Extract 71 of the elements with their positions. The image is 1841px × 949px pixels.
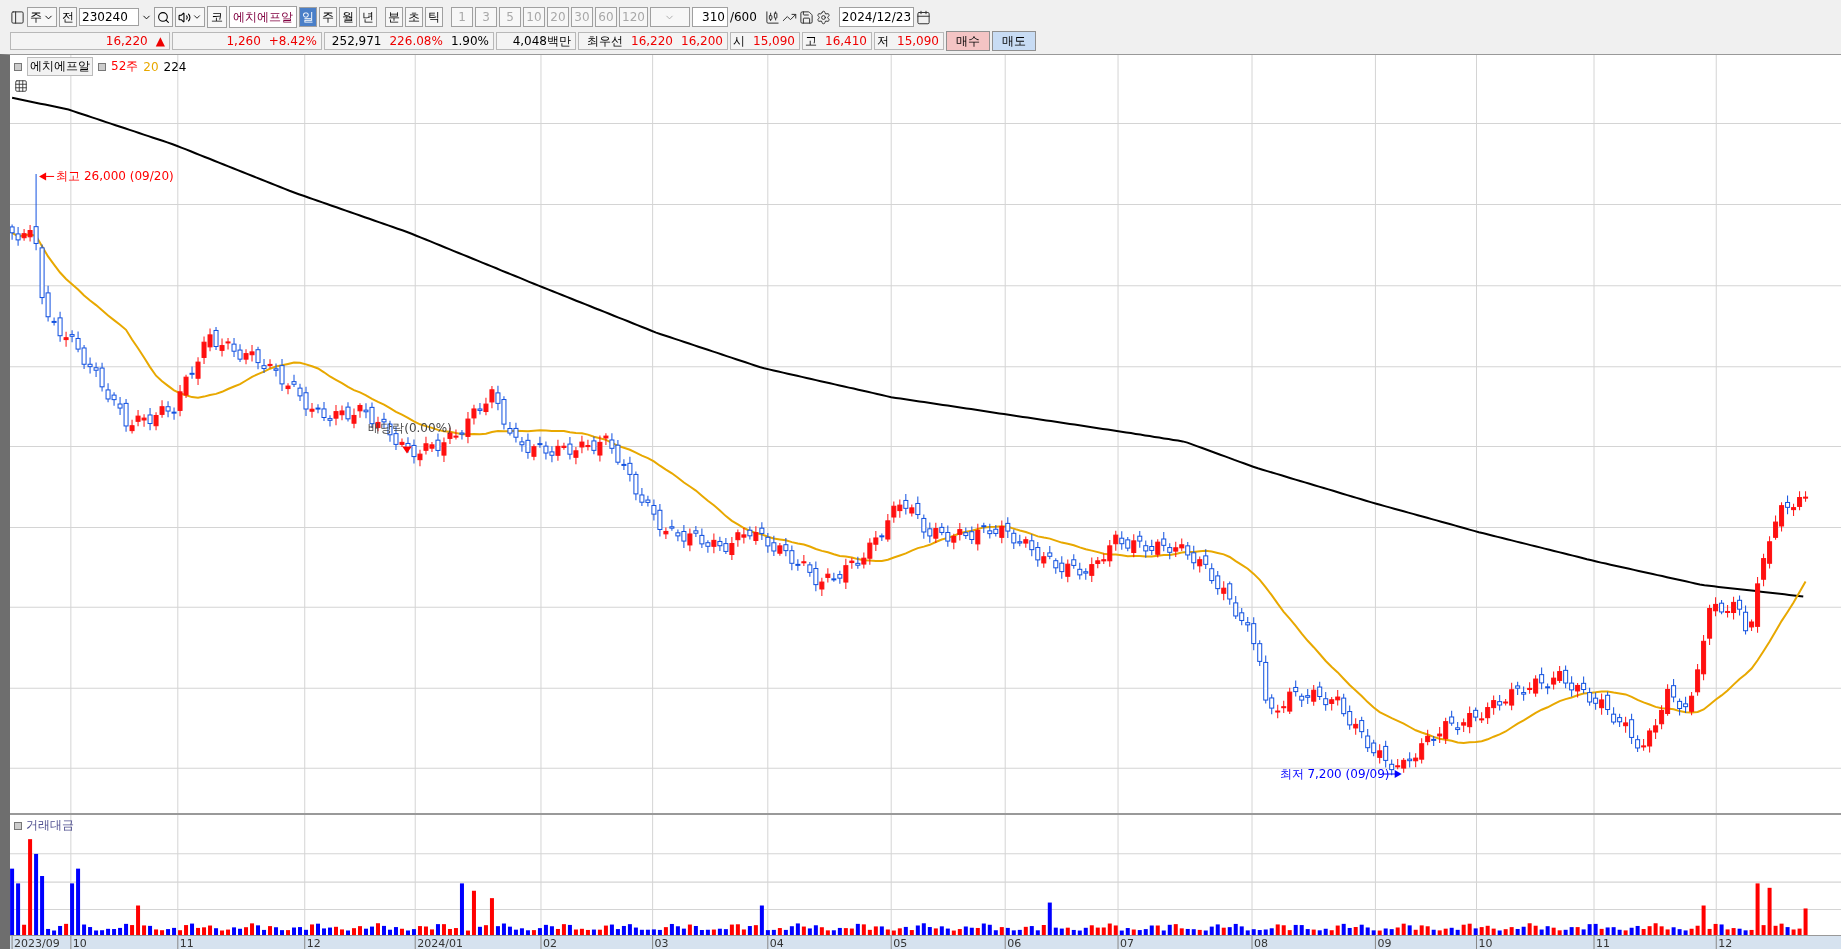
best-quote-label: 최우선	[587, 32, 623, 50]
price-label: 저	[877, 32, 889, 50]
stock-name: 에치에프알	[229, 6, 297, 28]
period-tab[interactable]: 월	[339, 7, 357, 27]
high-price-label: 최고 26,000 (09/20)	[56, 169, 174, 184]
volume: 252,971	[331, 34, 382, 48]
price-label: 고	[805, 32, 817, 50]
axis-label: 12	[1718, 937, 1733, 949]
date-field[interactable]: 2024/12/23	[838, 7, 915, 27]
axis-label: 07	[1120, 937, 1135, 949]
volume-pane-title: 거래대금	[26, 817, 74, 834]
search-icon	[157, 10, 170, 24]
calendar-icon[interactable]	[916, 9, 932, 25]
settings-icon[interactable]	[815, 9, 831, 25]
legend-stock-name[interactable]: 에치에프알	[27, 57, 93, 76]
axis-label: 11	[179, 937, 194, 949]
up-arrow: ▲	[155, 34, 165, 48]
low-price-label: 최저 7,200 (09/09)	[1279, 767, 1390, 781]
price-change: 1,260	[226, 34, 261, 48]
max-count: /600	[729, 10, 757, 24]
turnover-rate: 1.90%	[450, 34, 489, 48]
axis-label: 2023/09	[14, 937, 60, 949]
axis-label: 11	[1596, 937, 1611, 949]
count-field[interactable]: 310	[691, 7, 728, 27]
ask-price: 16,220	[631, 34, 673, 48]
sound-button[interactable]	[175, 7, 205, 27]
change-rate: +8.42%	[268, 34, 317, 48]
search-button[interactable]	[154, 7, 173, 27]
price-label: 시	[733, 32, 745, 50]
bid-price: 16,200	[681, 34, 723, 48]
trade-button[interactable]: 매도	[992, 31, 1036, 51]
axis-label: 10	[72, 937, 87, 949]
axis-label: 02	[542, 937, 557, 949]
unit-tab[interactable]: 틱	[425, 7, 443, 27]
price-value: 15,090	[753, 34, 795, 48]
high-marker-arrow	[39, 172, 55, 181]
axis-label: 12	[306, 937, 321, 949]
period-tab[interactable]: 주	[319, 7, 337, 27]
legend-item[interactable]: 52주	[111, 58, 139, 75]
legend-square-icon	[14, 821, 22, 830]
caret-icon	[192, 12, 202, 22]
axis-label: 06	[1007, 937, 1022, 949]
axis-label: 04	[769, 937, 784, 949]
axis-label: 2024/01	[417, 937, 463, 949]
legend-square-icon	[14, 62, 22, 71]
axis-label: 03	[654, 937, 669, 949]
legend-square-icon	[98, 62, 106, 71]
candlestick-add-icon[interactable]	[764, 9, 780, 25]
period-tab[interactable]: 일	[299, 7, 317, 27]
trade-button[interactable]: 매수	[946, 31, 990, 51]
speaker-icon	[178, 10, 191, 24]
axis-label: 10	[1478, 937, 1493, 949]
unit-tab[interactable]: 초	[405, 7, 423, 27]
axis-label: 09	[1377, 937, 1392, 949]
unit-tab[interactable]: 분	[385, 7, 403, 27]
period-type-dropdown[interactable]: 주	[27, 7, 57, 27]
save-icon[interactable]	[798, 9, 814, 25]
axis-label: 05	[893, 937, 908, 949]
volume-ratio: 226.08%	[389, 34, 443, 48]
code-field[interactable]: 230240	[79, 8, 139, 26]
legend-item[interactable]: 224	[163, 59, 187, 74]
mode-button[interactable]: 전	[59, 7, 77, 27]
price-value: 15,090	[897, 34, 939, 48]
ex-dividend-marker	[402, 446, 412, 454]
market-badge: 코	[207, 6, 227, 28]
window-panel-icon[interactable]	[10, 9, 25, 25]
price-value: 16,410	[825, 34, 867, 48]
current-price: 16,220	[105, 34, 148, 48]
period-tab[interactable]: 년	[359, 7, 377, 27]
trade-amount: 4,048백만	[512, 32, 571, 50]
axis-label: 08	[1254, 937, 1268, 949]
